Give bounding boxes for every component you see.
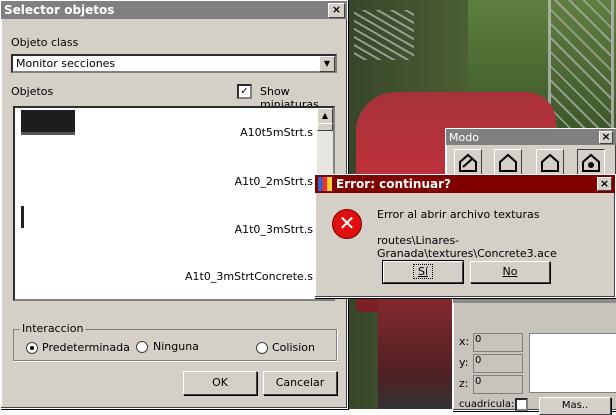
objects-list[interactable]: A10t5mStrt.s A1t0_2mStrt.s A1t0_3mStrt.s… [13,106,335,301]
radio-predeterminada[interactable] [26,342,38,354]
close-button[interactable]: × [597,177,612,191]
pantograph [354,10,414,60]
close-button[interactable]: × [599,131,613,144]
grid-checkbox[interactable] [515,398,528,411]
x-label: x: [459,335,470,348]
radio-label: Predeterminada [42,341,130,354]
class-combobox[interactable]: Monitor secciones ▼ [11,54,337,73]
yes-label: Sí [412,264,434,279]
scroll-thumb[interactable] [317,123,333,131]
show-thumbs-checkbox[interactable]: ✓ [237,84,252,99]
error-message: Error al abrir archivo texturas [377,208,540,221]
class-value: Monitor secciones [16,57,116,70]
chevron-down-icon[interactable]: ▼ [319,56,335,72]
rotate-house-icon[interactable] [454,149,482,177]
scroll-up-icon[interactable]: ▲ [317,108,333,124]
list-item[interactable]: A1t0_2mStrt.s [235,175,313,188]
window-titlebar[interactable]: Selector objetos [1,1,347,19]
y-field[interactable]: 0 [473,354,523,373]
z-label: z: [459,377,469,390]
error-icon: ✕ [332,209,362,239]
no-button[interactable]: No [470,261,550,283]
y-value: 0 [475,355,482,366]
dialog-title: Error: continuar? [336,177,451,191]
list-item[interactable]: A1t0_3mStrtConcrete.s [185,270,313,283]
interaction-group: Interaccion Predeterminada Ninguna Colis… [13,322,337,361]
colocacion-window: Colocacion x: 0 y: 0 z: 0 cuadricula: Ma… [452,288,616,415]
objects-label: Objetos [11,85,54,98]
radio-label: Ninguna [153,340,199,353]
y-label: y: [459,356,469,369]
window-title: Selector objetos [4,3,115,17]
dialog-titlebar[interactable]: Error: continuar? [315,175,615,193]
yes-button[interactable]: Sí [383,261,463,283]
modo-window: Modo × [445,128,616,180]
radio-ninguna[interactable] [136,341,148,353]
list-item[interactable]: A10t5mStrt.s [240,126,313,139]
window-title: Modo [449,130,479,144]
interaction-label: Interaccion [20,322,86,335]
class-label: Objeto class [11,36,79,49]
radio-label: Colision [272,341,316,354]
x-field[interactable]: 0 [473,333,523,352]
thumbnail [21,110,75,135]
list-item[interactable]: A1t0_3mStrt.s [235,223,313,236]
house-icon[interactable] [536,149,564,177]
x-value: 0 [475,334,482,345]
close-button[interactable]: × [328,3,345,18]
preview-box [529,333,616,393]
z-value: 0 [475,376,482,387]
mas-button[interactable]: Mas.. [539,397,611,415]
window-titlebar[interactable]: Modo [446,129,616,145]
selector-objetos-window: Selector objetos × Objeto class Monitor … [0,0,348,409]
ok-button[interactable]: OK [183,371,257,395]
grid-label: cuadricula: [459,399,515,410]
z-field[interactable]: 0 [473,375,523,394]
radio-colision[interactable] [256,342,268,354]
house-selected-icon[interactable] [577,149,605,177]
no-label: No [502,265,518,278]
colocacion-toolbar [456,309,612,325]
thumbnail [21,206,24,228]
error-path: routes\Linares-Granada\textures\Concrete… [377,234,557,260]
error-dialog: Error: continuar? × ✕ Error al abrir arc… [314,174,616,298]
house-icon[interactable] [494,149,522,177]
cancel-button[interactable]: Cancelar [263,371,337,395]
app-icon [318,177,332,191]
